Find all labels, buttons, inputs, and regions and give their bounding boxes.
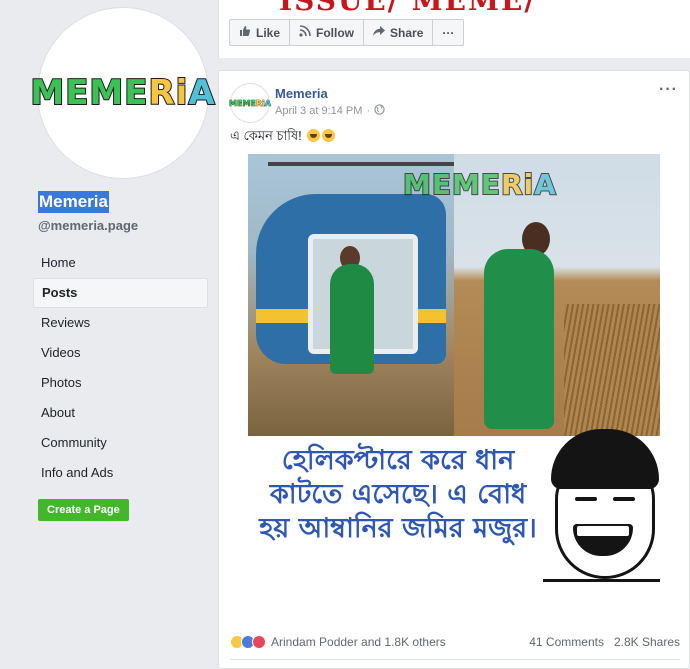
- post-text-content: এ কেমন চাষি!: [230, 128, 302, 143]
- share-label: Share: [390, 25, 424, 40]
- reactions-summary[interactable]: Arindam Podder and 1.8K others: [230, 635, 446, 649]
- rotor-shape: [268, 162, 454, 166]
- more-dots-icon: ···: [442, 25, 455, 40]
- share-arrow-icon: [373, 25, 386, 40]
- post-timestamp[interactable]: April 3 at 9:14 PM: [275, 105, 362, 117]
- memeria-logo: MEME Ri A: [29, 72, 216, 114]
- memeria-logo-small: MEME Ri A: [229, 98, 272, 108]
- sweat-emoji-icon: [307, 129, 321, 142]
- like-page-button[interactable]: Like: [229, 19, 291, 46]
- caption-line: হয় আম্বানির জমির মজুর।: [259, 513, 537, 544]
- post-text: এ কেমন চাষি!: [230, 127, 336, 148]
- sweat-emoji-icon: [322, 129, 336, 142]
- post-meta: April 3 at 9:14 PM ·: [275, 104, 385, 118]
- left-sidebar: MEME Ri A Memeria @memeria.page Home Posts…: [0, 0, 218, 669]
- laughing-face-illustration: [543, 429, 660, 619]
- caption-line: হেলিকপ্টারে করে ধান: [281, 445, 515, 476]
- page-name[interactable]: Memeria: [38, 191, 109, 213]
- page-nav: Home Posts Reviews Videos Photos About C…: [33, 248, 208, 488]
- nav-home[interactable]: Home: [33, 248, 208, 278]
- shares-count[interactable]: 2.8K Shares: [614, 635, 680, 649]
- love-reaction-icon: [252, 635, 266, 649]
- reactions-text[interactable]: Arindam Podder and 1.8K others: [271, 635, 446, 649]
- share-page-button[interactable]: Share: [364, 19, 434, 46]
- crop-field-shape: [564, 304, 660, 436]
- face-eye-shape: [613, 497, 635, 501]
- globe-icon[interactable]: [374, 104, 385, 118]
- comments-count[interactable]: 41 Comments: [529, 635, 604, 649]
- person-shape: [484, 249, 554, 429]
- post-options-button[interactable]: ···: [659, 81, 678, 99]
- nav-info-and-ads[interactable]: Info and Ads: [33, 458, 208, 488]
- post-card: MEME Ri A Memeria April 3 at 9:14 PM · ···…: [218, 70, 690, 669]
- follow-label: Follow: [316, 25, 355, 40]
- face-eye-shape: [575, 497, 597, 501]
- nav-about[interactable]: About: [33, 398, 208, 428]
- thumbs-up-icon: [239, 25, 251, 40]
- create-page-button[interactable]: Create a Page: [38, 499, 129, 521]
- reaction-icons: [230, 635, 266, 649]
- engagement-counts: 41 Comments 2.8K Shares: [529, 635, 680, 649]
- page-action-bar: Like Follow Share ···: [229, 19, 465, 46]
- page-profile-picture[interactable]: MEME Ri A: [29, 8, 216, 178]
- post-author-name[interactable]: Memeria: [275, 86, 328, 101]
- like-label: Like: [256, 25, 281, 40]
- more-options-button[interactable]: ···: [433, 19, 465, 46]
- post-footer: Arindam Podder and 1.8K others 41 Commen…: [230, 631, 680, 653]
- nav-photos[interactable]: Photos: [33, 368, 208, 398]
- nav-reviews[interactable]: Reviews: [33, 308, 208, 338]
- person-shape: [330, 264, 374, 374]
- post-image[interactable]: MEME Ri A হেলিকপ্টারে করে ধান কাটতে এসেছে।…: [248, 154, 660, 622]
- footer-divider: [230, 659, 680, 660]
- follow-page-button[interactable]: Follow: [290, 19, 365, 46]
- meme-caption: হেলিকপ্টারে করে ধান কাটতে এসেছে। এ বোধ হ…: [248, 444, 548, 546]
- nav-community[interactable]: Community: [33, 428, 208, 458]
- rss-icon: [299, 25, 311, 40]
- nav-videos[interactable]: Videos: [33, 338, 208, 368]
- face-hair-shape: [551, 429, 659, 489]
- watermark-logo: MEME Ri A: [402, 167, 557, 202]
- page-handle[interactable]: @memeria.page: [38, 218, 138, 233]
- face-teeth-shape: [577, 526, 629, 536]
- face-body-shape: [543, 579, 660, 619]
- nav-posts[interactable]: Posts: [33, 278, 208, 308]
- meta-separator: ·: [366, 105, 371, 117]
- caption-line: কাটতে এসেছে। এ বোধ: [269, 479, 527, 510]
- post-author-avatar[interactable]: MEME Ri A: [229, 83, 272, 123]
- cover-banner-text: ISSUE/ MEME/: [279, 0, 537, 17]
